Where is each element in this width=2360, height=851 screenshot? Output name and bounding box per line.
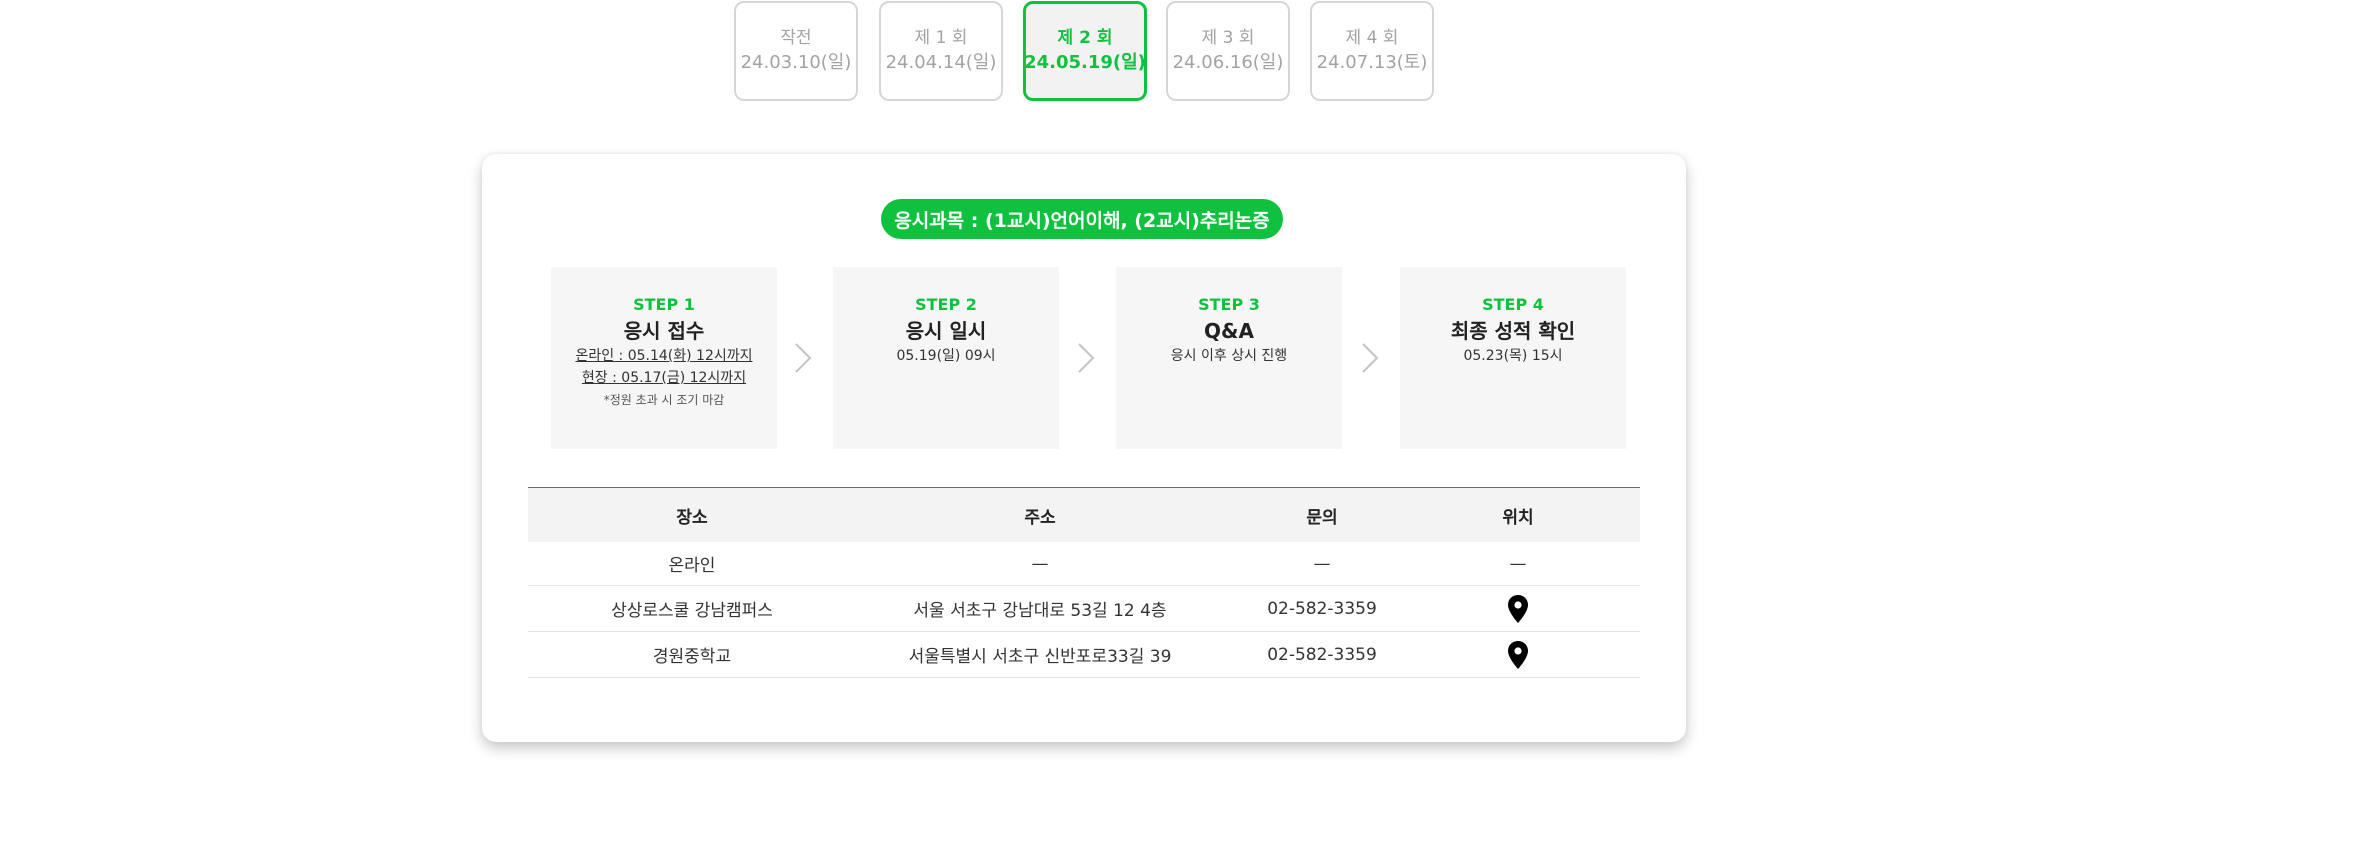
- step-title: 응시 일시: [905, 319, 987, 343]
- step-label: STEP 1: [633, 295, 695, 314]
- subject-banner: 응시과목 : (1교시)언어이해, (2교시)추리논증: [881, 199, 1283, 239]
- tab-label: 제 1 회: [914, 28, 968, 48]
- step-label: STEP 2: [915, 295, 977, 314]
- chevron-right-icon: [1078, 343, 1095, 373]
- table-header: 장소 주소 문의 위치: [528, 487, 1640, 542]
- cell-contact: —: [1313, 553, 1331, 574]
- tab-round-3[interactable]: 제 3 회 24.06.16(일): [1166, 1, 1290, 101]
- table-row: 경원중학교 서울특별시 서초구 신반포로33길 39 02-582-3359: [528, 632, 1640, 678]
- cell-location: [1420, 586, 1616, 631]
- cell-contact: 02-582-3359: [1267, 598, 1377, 619]
- step-note: *정원 초과 시 조기 마감: [603, 393, 725, 407]
- cell-place: 상상로스쿨 강남캠퍼스: [611, 601, 773, 621]
- step-2-box: STEP 2 응시 일시 05.19(일) 09시: [833, 267, 1059, 449]
- tab-date: 24.06.16(일): [1172, 52, 1284, 73]
- exam-info-card: 응시과목 : (1교시)언어이해, (2교시)추리논증 STEP 1 응시 접수…: [482, 154, 1686, 742]
- tab-round-4[interactable]: 제 4 회 24.07.13(토): [1310, 1, 1434, 101]
- tab-practice[interactable]: 작전 24.03.10(일): [734, 1, 858, 101]
- tab-label: 제 2 회: [1057, 28, 1113, 48]
- venue-table: 장소 주소 문의 위치 온라인 — — — 상상로스쿨 강남캠퍼스 서울 서초구…: [528, 487, 1640, 678]
- step-3-box: STEP 3 Q&A 응시 이후 상시 진행: [1116, 267, 1342, 449]
- tab-label: 작전: [780, 28, 812, 48]
- tab-label: 제 3 회: [1201, 28, 1255, 48]
- step-detail-onsite: 현장 : 05.17(금) 12시까지: [581, 370, 747, 386]
- table-row: 상상로스쿨 강남캠퍼스 서울 서초구 강남대로 53길 12 4층 02-582…: [528, 586, 1640, 632]
- tab-date: 24.04.14(일): [885, 52, 997, 73]
- header-location: 위치: [1502, 507, 1534, 528]
- step-detail: 05.23(목) 15시: [1463, 348, 1563, 364]
- tab-label: 제 4 회: [1345, 28, 1399, 48]
- cell-address: 서울특별시 서초구 신반포로33길 39: [908, 647, 1172, 667]
- step-title: Q&A: [1204, 319, 1254, 343]
- step-label: STEP 4: [1482, 295, 1544, 314]
- step-detail: 05.19(일) 09시: [896, 348, 996, 364]
- tab-date: 24.05.19(일): [1024, 52, 1146, 73]
- chevron-right-icon: [795, 343, 812, 373]
- step-1-box: STEP 1 응시 접수 온라인 : 05.14(화) 12시까지 현장 : 0…: [551, 267, 777, 449]
- cell-location: [1420, 632, 1616, 677]
- cell-place: 온라인: [668, 556, 716, 576]
- tab-date: 24.07.13(토): [1316, 52, 1428, 73]
- cell-location: —: [1509, 553, 1527, 574]
- cell-address: —: [1031, 553, 1049, 574]
- header-place: 장소: [676, 507, 708, 528]
- tab-round-2[interactable]: 제 2 회 24.05.19(일): [1023, 1, 1147, 101]
- step-title: 최종 성적 확인: [1450, 319, 1576, 343]
- cell-contact: 02-582-3359: [1267, 644, 1377, 665]
- step-4-box: STEP 4 최종 성적 확인 05.23(목) 15시: [1400, 267, 1626, 449]
- header-contact: 문의: [1306, 507, 1338, 528]
- step-label: STEP 3: [1198, 295, 1260, 314]
- map-pin-icon[interactable]: [1507, 594, 1529, 624]
- cell-place: 경원중학교: [652, 647, 732, 667]
- map-pin-icon[interactable]: [1507, 640, 1529, 670]
- chevron-right-icon: [1362, 343, 1379, 373]
- step-detail-online: 온라인 : 05.14(화) 12시까지: [575, 348, 753, 364]
- table-row: 온라인 — — —: [528, 542, 1640, 586]
- cell-address: 서울 서초구 강남대로 53길 12 4층: [913, 601, 1167, 621]
- tab-date: 24.03.10(일): [740, 52, 852, 73]
- tab-round-1[interactable]: 제 1 회 24.04.14(일): [879, 1, 1003, 101]
- step-title: 응시 접수: [623, 319, 705, 343]
- header-address: 주소: [1024, 507, 1056, 528]
- step-detail: 응시 이후 상시 진행: [1170, 348, 1288, 364]
